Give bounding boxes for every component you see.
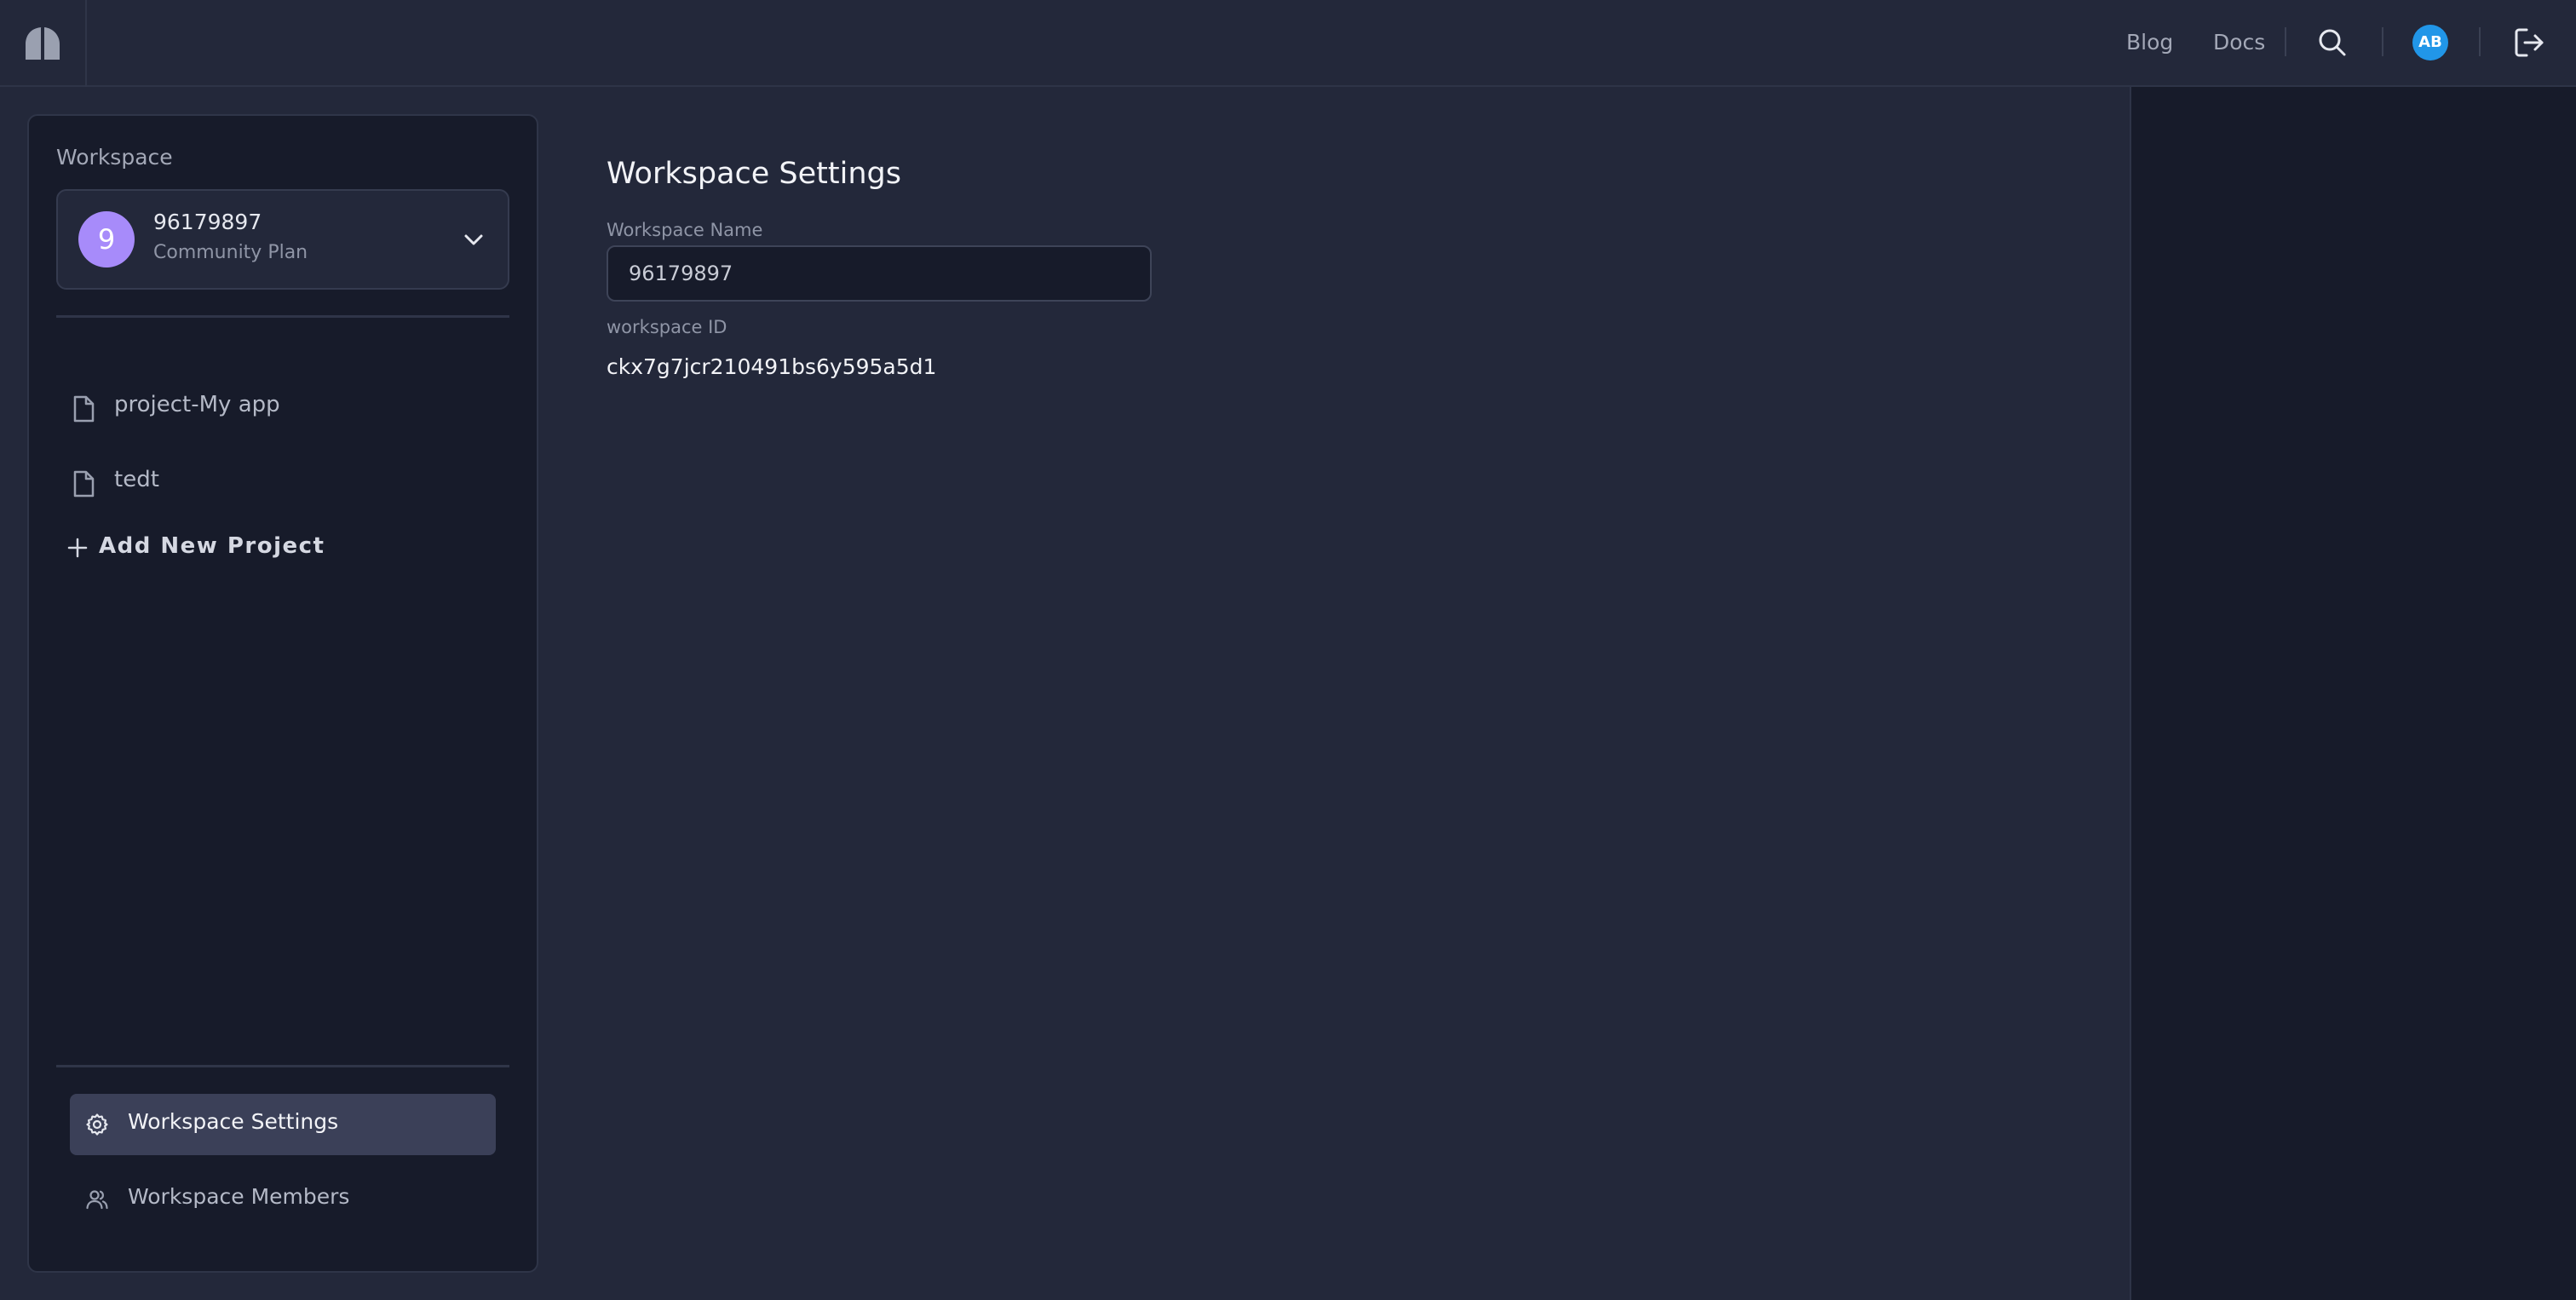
workspace-plan: Community Plan [153, 242, 308, 263]
nav-docs-link[interactable]: Docs [2213, 27, 2265, 58]
workspace-name-input[interactable] [607, 245, 1152, 302]
top-bar: Blog Docs AB [0, 0, 2576, 87]
workspace-name: 96179897 [153, 210, 262, 234]
workspace-name-label: Workspace Name [607, 220, 763, 240]
add-project-button[interactable]: Add New Project [66, 530, 407, 567]
logo-divider [85, 0, 87, 87]
workspace-switcher[interactable]: 9 96179897 Community Plan [56, 189, 509, 290]
sidebar-item-label: Workspace Settings [128, 1109, 339, 1134]
sidebar-item-workspace-settings[interactable]: Workspace Settings [70, 1094, 496, 1155]
project-item[interactable]: tedt [72, 462, 497, 503]
chevron-down-icon [464, 234, 483, 245]
header-divider [2382, 27, 2383, 56]
app-logo-icon[interactable] [24, 26, 61, 61]
sidebar-divider [56, 1065, 509, 1067]
sidebar-divider [56, 315, 509, 318]
workspace-avatar: 9 [78, 211, 135, 267]
sidebar-heading: Workspace [56, 145, 173, 170]
sidebar-item-workspace-members[interactable]: Workspace Members [70, 1169, 496, 1230]
right-panel [2130, 87, 2576, 1300]
search-icon[interactable] [2317, 27, 2348, 58]
sidebar: Workspace 9 96179897 Community Plan proj… [27, 114, 538, 1273]
add-project-label: Add New Project [99, 533, 325, 559]
header-divider [2479, 27, 2481, 56]
sidebar-item-label: Workspace Members [128, 1184, 350, 1209]
workspace-id-value: ckx7g7jcr210491bs6y595a5d1 [607, 354, 937, 379]
header-divider [2285, 27, 2286, 56]
workspace-id-label: workspace ID [607, 317, 727, 337]
plus-icon [67, 538, 88, 558]
project-label: tedt [114, 467, 159, 492]
project-item[interactable]: project-My app [72, 387, 497, 428]
logout-icon[interactable] [2513, 26, 2545, 59]
page-title: Workspace Settings [607, 157, 901, 191]
users-icon [86, 1190, 108, 1210]
user-avatar[interactable]: AB [2412, 25, 2448, 60]
nav-blog-link[interactable]: Blog [2126, 27, 2173, 58]
file-icon [73, 470, 95, 498]
project-label: project-My app [114, 392, 280, 417]
file-icon [73, 395, 95, 423]
gear-icon [86, 1113, 108, 1136]
